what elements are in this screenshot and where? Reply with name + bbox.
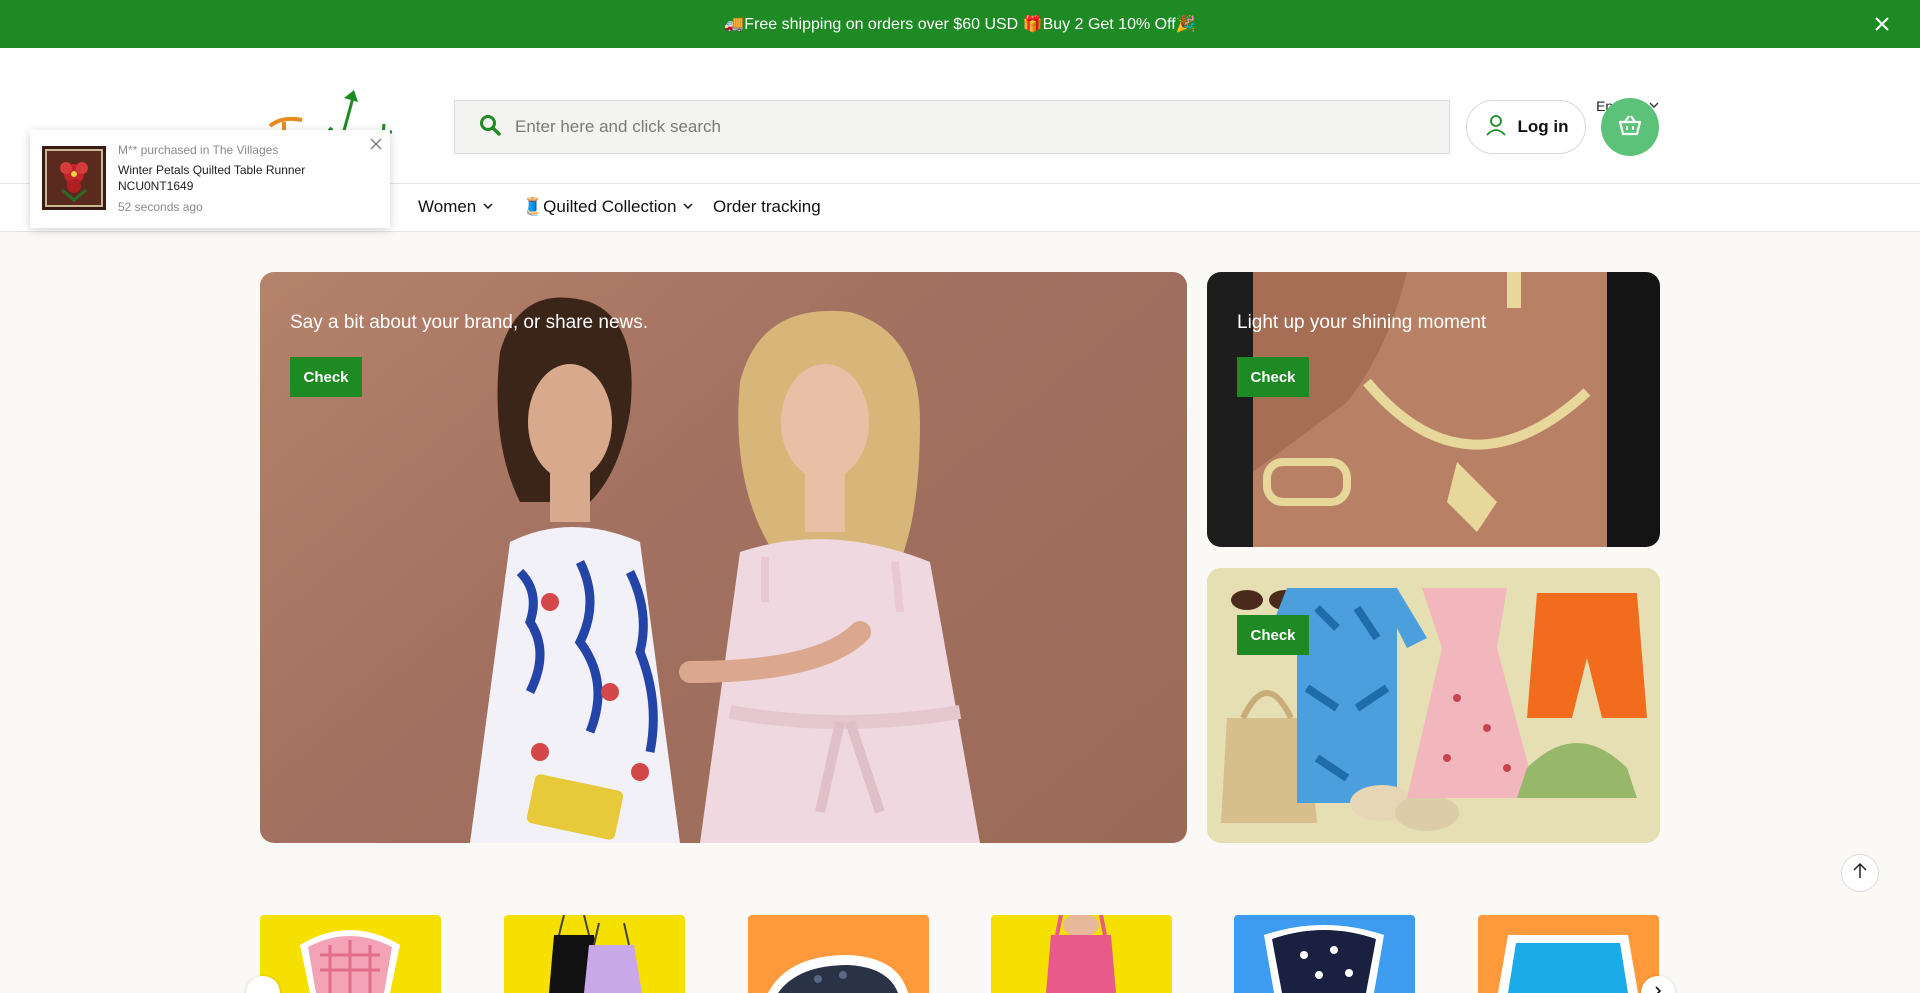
cart-button[interactable] bbox=[1601, 98, 1659, 156]
category-card[interactable] bbox=[1478, 915, 1659, 993]
cami-tops-image bbox=[549, 915, 642, 993]
login-button[interactable]: Log in bbox=[1466, 100, 1586, 154]
chevron-down-icon bbox=[682, 197, 694, 217]
arrow-up-icon bbox=[1851, 862, 1869, 885]
hero-main-image bbox=[470, 297, 980, 843]
search-icon[interactable] bbox=[479, 114, 501, 141]
nav-item-label: 🧵Quilted Collection bbox=[522, 197, 677, 216]
floral-top-image bbox=[1264, 925, 1384, 993]
category-card[interactable] bbox=[991, 915, 1172, 993]
close-icon[interactable] bbox=[1872, 14, 1892, 34]
purchase-location: M** purchased in The Villages bbox=[118, 143, 279, 157]
hero-main-text: Say a bit about your brand, or share new… bbox=[290, 312, 649, 333]
back-to-top-button[interactable] bbox=[1841, 854, 1879, 892]
hero-jewelry-text: Light up your shining moment bbox=[1237, 312, 1487, 333]
basket-icon bbox=[1617, 112, 1643, 143]
category-card[interactable] bbox=[1234, 915, 1415, 993]
nav-item-women[interactable]: Women bbox=[418, 197, 494, 217]
user-icon bbox=[1484, 113, 1508, 142]
category-card[interactable] bbox=[504, 915, 685, 993]
login-label: Log in bbox=[1517, 117, 1569, 136]
category-card[interactable] bbox=[748, 915, 929, 993]
chevron-down-icon bbox=[482, 197, 494, 217]
search-bar[interactable] bbox=[454, 100, 1450, 154]
category-card[interactable] bbox=[260, 915, 441, 993]
purchase-time: 52 seconds ago bbox=[118, 200, 203, 214]
blue-shorts-image bbox=[1498, 935, 1638, 993]
announcement-bar: 🚚Free shipping on orders over $60 USD 🎁B… bbox=[0, 0, 1920, 48]
pink-swimsuit-image bbox=[1046, 915, 1116, 993]
summer-outfit-image bbox=[1207, 568, 1660, 843]
pink-gingham-top-image bbox=[300, 930, 400, 993]
hero-banner-summer[interactable]: Check bbox=[1207, 568, 1660, 843]
product-thumbnail bbox=[42, 146, 106, 210]
announcement-text: 🚚Free shipping on orders over $60 USD 🎁B… bbox=[724, 16, 1196, 33]
clogs-image bbox=[768, 955, 908, 993]
product-name[interactable]: Winter Petals Quilted Table Runner NCU0N… bbox=[118, 162, 368, 194]
hero-banner-jewelry[interactable]: Light up your shining moment Check bbox=[1207, 272, 1660, 547]
hero-banner-main[interactable]: Say a bit about your brand, or share new… bbox=[260, 272, 1187, 843]
hero-summer-check-button[interactable]: Check bbox=[1237, 615, 1309, 655]
hero-main-check-button[interactable]: Check bbox=[290, 357, 362, 397]
nav-item-label: Women bbox=[418, 197, 477, 216]
recent-purchase-popup[interactable]: M** purchased in The Villages Winter Pet… bbox=[30, 130, 390, 228]
nav-item-label: Order tracking bbox=[713, 197, 821, 216]
nav-item-order-tracking[interactable]: Order tracking bbox=[713, 197, 821, 217]
nav-item-quilted-collection[interactable]: 🧵Quilted Collection bbox=[522, 197, 694, 217]
hero-jewelry-check-button[interactable]: Check bbox=[1237, 357, 1309, 397]
search-input[interactable] bbox=[515, 117, 1415, 137]
chevron-right-icon bbox=[1652, 984, 1664, 993]
close-icon[interactable] bbox=[368, 136, 384, 152]
